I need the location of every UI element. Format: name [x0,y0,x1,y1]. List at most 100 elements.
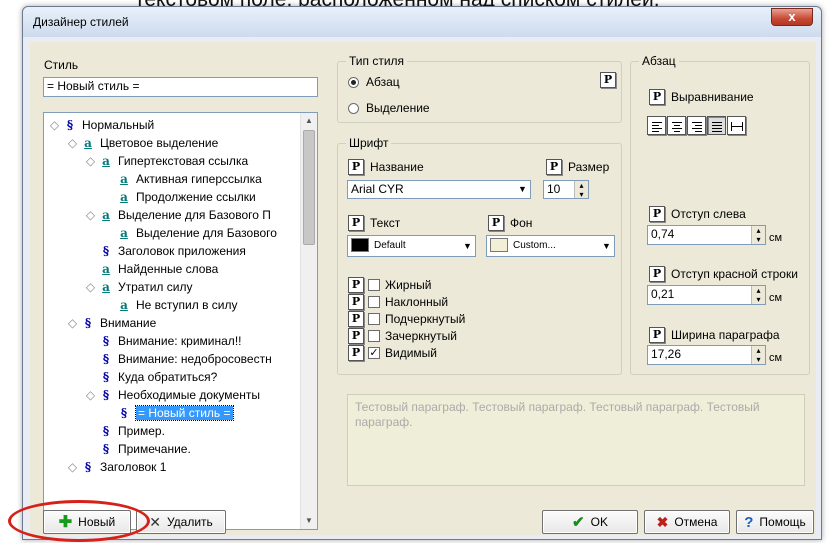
tree-item[interactable]: § Примечание. [100,440,191,458]
scroll-thumb[interactable] [303,130,315,245]
underline-p-button[interactable]: P [348,311,364,327]
tree-item[interactable]: a Утратил силу [100,278,192,296]
align-center-icon[interactable] [667,116,686,135]
visible-p-button[interactable]: P [348,345,364,361]
chevron-down-icon[interactable]: ▼ [514,181,530,198]
tree-item[interactable]: a Найденные слова [100,260,218,278]
tree-item-label: Активная гиперссылка [136,172,262,186]
character-style-icon: a [102,262,110,276]
indent-left-stepper[interactable]: 0,74 ▴ ▾ [647,225,766,245]
chevron-down-icon[interactable]: ▼ [598,236,614,256]
tree-item[interactable]: § Пример. [100,422,165,440]
align-p-button[interactable]: P [649,89,665,105]
strikethrough-checkbox[interactable] [368,330,380,342]
help-button[interactable]: ? Помощь [736,510,814,534]
tree-item[interactable]: § Заголовок приложения [100,242,246,260]
cancel-button[interactable]: ✖ Отмена [644,510,730,534]
text-color-select[interactable]: Default ▼ [347,235,476,257]
bg-color-p-button[interactable]: P [488,215,504,231]
align-left-icon[interactable] [647,116,666,135]
style-type-title: Тип стиля [346,54,408,68]
tree-item[interactable]: a Выделение для Базового [118,224,277,242]
tree-scrollbar[interactable]: ▲ ▼ [300,113,317,529]
radio-selection-label: Выделение [366,101,430,115]
first-line-p-button[interactable]: P [649,266,665,282]
tree-item[interactable]: § Куда обратиться? [100,368,218,386]
scroll-up-icon[interactable]: ▲ [301,113,317,129]
spin-icon[interactable]: ▴ ▾ [751,286,765,304]
visible-checkbox[interactable]: ✓ [368,347,380,359]
radio-paragraph-label: Абзац [366,75,400,89]
font-size-p-button[interactable]: P [546,159,562,175]
paragraph-style-icon: § [102,334,110,348]
align-width-icon[interactable] [727,116,746,135]
underline-label: Подчеркнутый [385,312,466,326]
tree-item[interactable]: a Выделение для Базового П [100,206,271,224]
help-icon: ? [744,513,754,531]
tree-item[interactable]: § Внимание: недобросовестн [100,350,272,368]
tree-item[interactable]: § Внимание [82,314,156,332]
style-type-group: Тип стиля Абзац Выделение P [337,54,622,123]
spin-icon[interactable]: ▴ ▾ [574,181,588,198]
spin-icon[interactable]: ▴ ▾ [751,346,765,364]
chevron-down-icon[interactable]: ▼ [459,236,475,256]
first-line-label: Отступ красной строки [671,267,798,281]
style-tree[interactable]: ◇ § Нормальный ◇ a Цветовое выделение ◇ aГ… [43,112,318,530]
text-color-value: Default [374,240,406,251]
bold-checkbox[interactable] [368,279,380,291]
text-color-p-button[interactable]: P [348,215,364,231]
tree-item-label: Цветовое выделение [100,136,219,150]
italic-checkbox[interactable] [368,296,380,308]
italic-p-button[interactable]: P [348,294,364,310]
indent-left-p-button[interactable]: P [649,206,665,222]
tree-item[interactable]: § Заголовок 1 [82,458,167,476]
font-title: Шрифт [346,136,392,150]
paragraph-style-icon: § [66,118,74,132]
collapse-icon[interactable]: ◇ [84,155,97,168]
paragraph-style-icon: § [102,388,110,402]
collapse-icon[interactable]: ◇ [84,209,97,222]
collapse-icon[interactable]: ◇ [48,119,61,132]
bold-p-button[interactable]: P [348,277,364,293]
collapse-icon[interactable]: ◇ [66,317,79,330]
tree-item[interactable]: a Цветовое выделение [82,134,218,152]
style-name-input[interactable]: = Новый стиль = [43,77,318,97]
indent-left-label: Отступ слева [671,207,746,221]
character-style-icon: a [120,190,128,204]
paragraph-style-icon: § [102,442,110,456]
font-name-select[interactable]: Arial CYR ▼ [347,180,531,199]
first-line-stepper[interactable]: 0,21 ▴ ▾ [647,285,766,305]
font-size-stepper[interactable]: 10 ▴ ▾ [543,180,589,199]
tree-item[interactable]: § Нормальный [64,116,154,134]
style-type-p-button[interactable]: P [600,72,616,88]
spin-icon[interactable]: ▴ ▾ [751,226,765,244]
scroll-down-icon[interactable]: ▼ [301,513,317,529]
underline-checkbox[interactable] [368,313,380,325]
align-right-icon[interactable] [687,116,706,135]
tree-item[interactable]: § Необходимые документы [100,386,260,404]
align-justify-icon[interactable] [707,116,726,135]
font-group: Шрифт P Название P Размер Arial CYR ▼ 10… [337,136,622,375]
tree-item[interactable]: a Активная гиперссылка [118,170,262,188]
ok-button[interactable]: ✔ OK [542,510,638,534]
tree-item[interactable]: a Гипертекстовая ссылка [100,152,248,170]
radio-selection[interactable] [348,103,359,114]
collapse-icon[interactable]: ◇ [84,281,97,294]
strikethrough-p-button[interactable]: P [348,328,364,344]
font-size-label: Размер [568,160,610,174]
radio-paragraph[interactable] [348,77,359,88]
tree-item-label: Продолжение ссылки [136,190,256,204]
width-p-button[interactable]: P [649,327,665,343]
tree-item-selected[interactable]: § = Новый стиль = [118,404,234,422]
tree-item[interactable]: a Продолжение ссылки [118,188,256,206]
width-stepper[interactable]: 17,26 ▴ ▾ [647,345,766,365]
font-name-p-button[interactable]: P [348,159,364,175]
collapse-icon[interactable]: ◇ [84,389,97,402]
bg-color-select[interactable]: Custom... ▼ [486,235,615,257]
expand-icon[interactable]: ◇ [66,461,79,474]
text-color-swatch [351,237,369,252]
close-button[interactable]: x [771,8,813,26]
collapse-icon[interactable]: ◇ [66,137,79,150]
tree-item[interactable]: § Внимание: криминал!! [100,332,242,350]
tree-item[interactable]: a Не вступил в силу [118,296,237,314]
